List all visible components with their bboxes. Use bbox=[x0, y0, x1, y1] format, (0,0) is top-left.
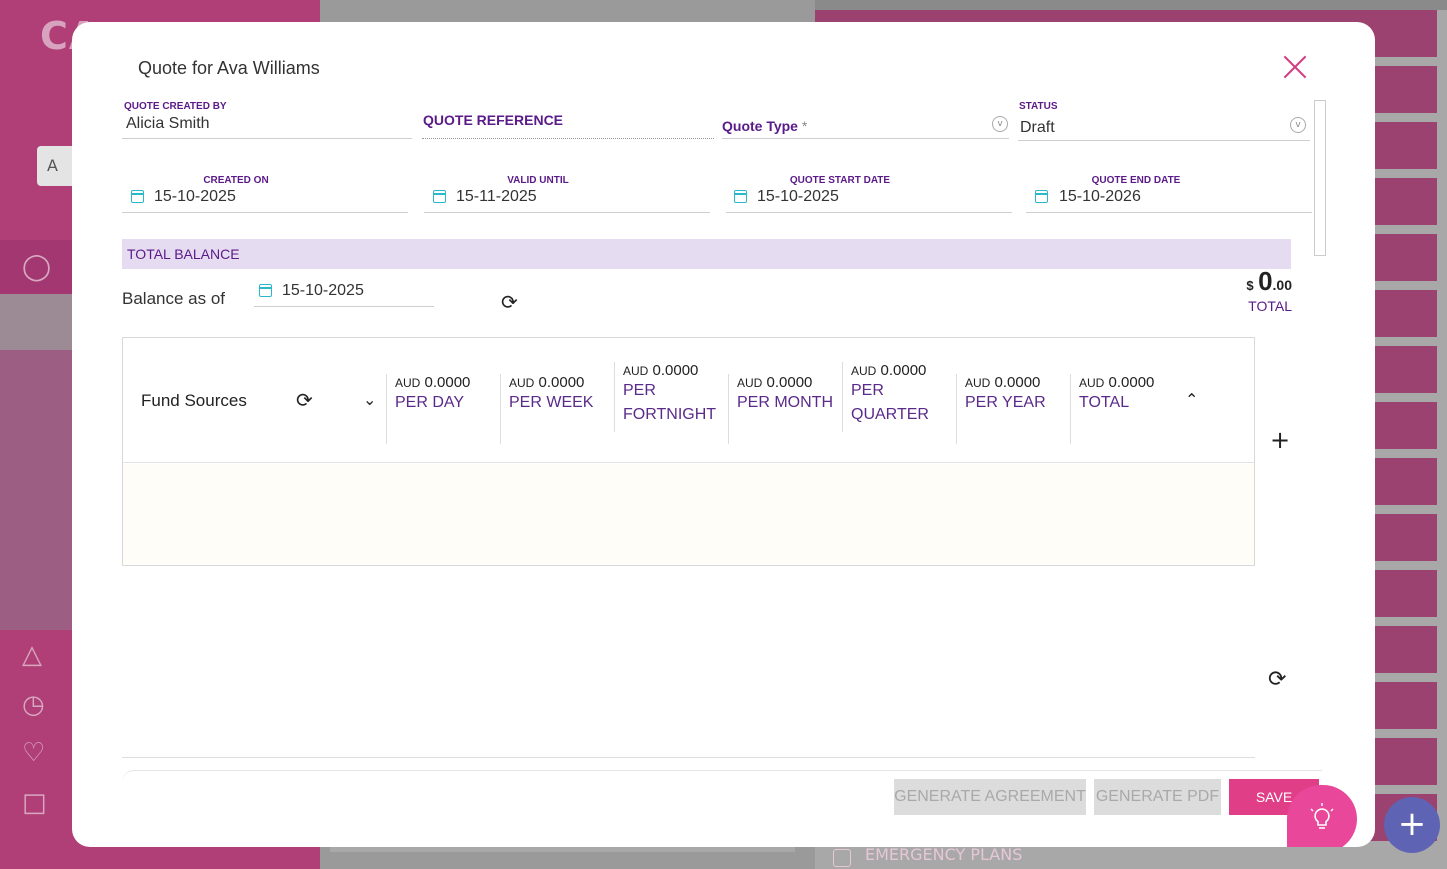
status-label: STATUS bbox=[1019, 101, 1058, 112]
calendar-icon[interactable] bbox=[131, 190, 144, 203]
generate-agreement-button[interactable]: GENERATE AGREEMENT bbox=[894, 779, 1086, 815]
fund-sources-body bbox=[123, 464, 1254, 564]
background-search: A bbox=[37, 146, 77, 186]
total-amount-decimals: .00 bbox=[1272, 277, 1292, 293]
emergency-checkbox bbox=[833, 849, 851, 867]
chat-icon: □ bbox=[22, 788, 47, 818]
per-year-label: PER YEAR bbox=[965, 394, 1046, 411]
fund-total-label: TOTAL bbox=[1079, 394, 1130, 411]
plus-icon[interactable]: + bbox=[1270, 426, 1290, 454]
quote-start-date-label: QUOTE START DATE bbox=[789, 175, 891, 186]
created-on-field[interactable]: 15-10-2025 bbox=[154, 188, 236, 206]
fund-col-per-quarter: AUD 0.0000 PER QUARTER bbox=[842, 362, 954, 432]
total-amount: $ 0.00 bbox=[1242, 266, 1292, 297]
total-amount-int: 0 bbox=[1258, 266, 1273, 296]
calendar-icon[interactable] bbox=[259, 284, 272, 297]
currency-symbol: $ bbox=[1246, 278, 1254, 293]
quote-modal: Quote for Ava Williams QUOTE CREATED BY … bbox=[72, 22, 1375, 847]
chevron-down-icon[interactable]: ⌄ bbox=[363, 390, 376, 409]
warning-icon: △ bbox=[22, 640, 42, 670]
quote-type-select[interactable]: Quote Type * bbox=[722, 118, 807, 134]
required-marker: * bbox=[801, 118, 808, 134]
fund-col-per-day: AUD 0.0000 PER DAY bbox=[386, 374, 500, 444]
generate-pdf-button[interactable]: GENERATE PDF bbox=[1094, 779, 1221, 815]
calendar-icon[interactable] bbox=[433, 190, 446, 203]
fund-col-per-month: AUD 0.0000 PER MONTH bbox=[728, 374, 842, 444]
vertical-scrollbar[interactable] bbox=[1314, 100, 1326, 256]
valid-until-label: VALID UNTIL bbox=[507, 175, 569, 186]
calendar-icon[interactable] bbox=[734, 190, 747, 203]
heart-icon: ♡ bbox=[22, 738, 46, 768]
close-icon[interactable] bbox=[1282, 54, 1308, 80]
created-on-label: CREATED ON bbox=[203, 175, 269, 186]
total-balance-section: TOTAL BALANCE bbox=[122, 239, 1291, 269]
quote-end-date-label: QUOTE END DATE bbox=[1091, 175, 1181, 186]
fund-col-per-year: AUD 0.0000 PER YEAR bbox=[956, 374, 1070, 444]
fund-col-total: AUD 0.0000 TOTAL bbox=[1070, 374, 1184, 444]
quote-start-date-field[interactable]: 15-10-2025 bbox=[757, 188, 839, 206]
quote-type-label: Quote Type bbox=[722, 118, 798, 134]
balance-date-field[interactable]: 15-10-2025 bbox=[282, 282, 364, 300]
total-balance-heading: TOTAL BALANCE bbox=[127, 246, 240, 262]
users-icon: ◯ bbox=[22, 252, 52, 282]
refresh-icon[interactable]: ⟳ bbox=[501, 290, 518, 314]
quote-end-date-field[interactable]: 15-10-2026 bbox=[1059, 188, 1141, 206]
help-fab[interactable] bbox=[1287, 785, 1357, 847]
fund-sources-table: Fund Sources ⟳ ⌄ AUD 0.0000 PER DAY AUD … bbox=[122, 337, 1255, 566]
refresh-icon[interactable]: ⟳ bbox=[296, 388, 313, 412]
created-by-field[interactable]: Alicia Smith bbox=[126, 115, 210, 133]
lightbulb-icon bbox=[1310, 803, 1334, 829]
per-quarter-label: PER QUARTER bbox=[851, 382, 929, 423]
balance-as-of-label: Balance as of bbox=[122, 289, 226, 308]
total-label: TOTAL bbox=[1248, 298, 1292, 314]
chevron-down-icon[interactable]: v bbox=[1290, 117, 1306, 133]
fund-col-per-week: AUD 0.0000 PER WEEK bbox=[500, 374, 614, 444]
fund-col-per-fortnight: AUD 0.0000 PER FORTNIGHT bbox=[614, 362, 726, 432]
fab-add-button[interactable]: + bbox=[1384, 797, 1440, 853]
per-week-label: PER WEEK bbox=[509, 394, 594, 411]
created-by-label: QUOTE CREATED BY bbox=[124, 101, 227, 112]
refresh-icon[interactable]: ⟳ bbox=[1268, 667, 1286, 692]
chevron-down-icon[interactable]: v bbox=[992, 116, 1008, 132]
per-fortnight-label: PER FORTNIGHT bbox=[623, 382, 717, 423]
modal-title: Quote for Ava Williams bbox=[138, 58, 320, 78]
status-select[interactable]: Draft bbox=[1020, 119, 1055, 137]
per-month-label: PER MONTH bbox=[737, 394, 833, 411]
valid-until-field[interactable]: 15-11-2025 bbox=[456, 188, 537, 206]
fund-sources-header: Fund Sources ⟳ ⌄ AUD 0.0000 PER DAY AUD … bbox=[123, 338, 1254, 463]
per-day-label: PER DAY bbox=[395, 394, 465, 411]
clock-check-icon: ◷ bbox=[22, 690, 45, 720]
calendar-icon[interactable] bbox=[1035, 190, 1048, 203]
chevron-up-icon[interactable]: ⌃ bbox=[1185, 390, 1198, 409]
fund-sources-title: Fund Sources bbox=[141, 391, 247, 410]
emergency-plans-label: EMERGENCY PLANS bbox=[865, 845, 1023, 864]
quote-reference-field[interactable]: QUOTE REFERENCE bbox=[423, 112, 563, 128]
